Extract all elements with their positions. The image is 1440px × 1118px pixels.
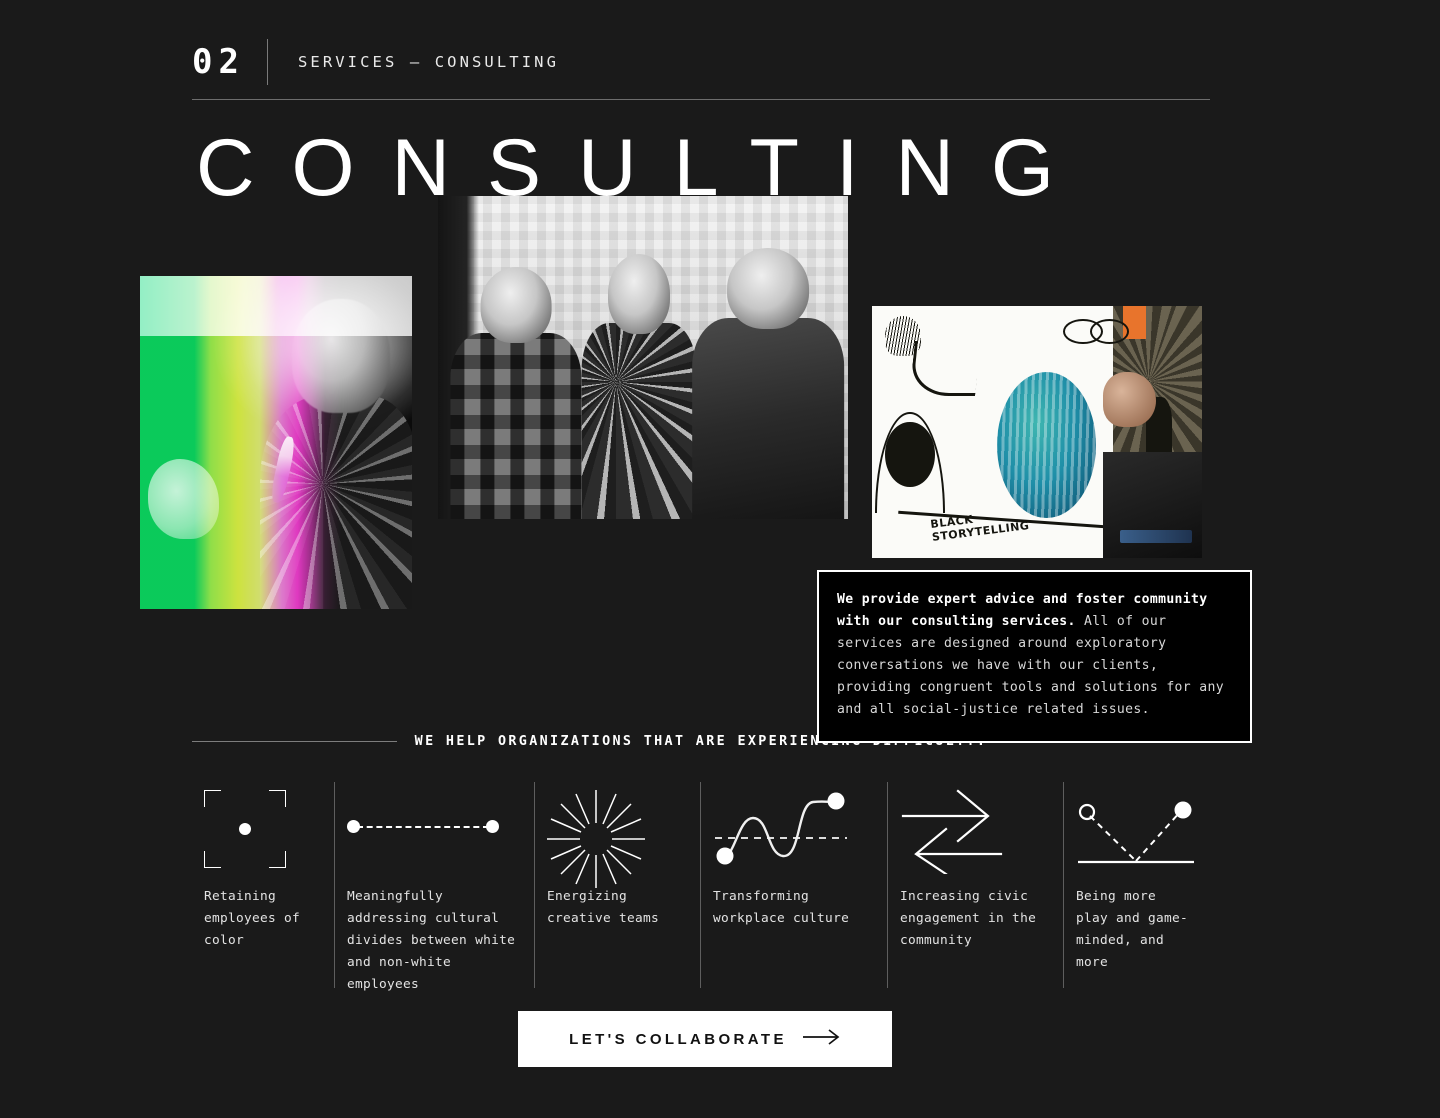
column-icon-wrap bbox=[1076, 782, 1196, 886]
column-icon-wrap bbox=[347, 782, 520, 886]
column-icon-wrap bbox=[900, 782, 1049, 886]
header-rule bbox=[192, 99, 1210, 100]
drawing-blob bbox=[885, 421, 935, 488]
collaborate-button[interactable]: LET'S COLLABORATE bbox=[518, 1011, 892, 1067]
photo-head bbox=[607, 254, 670, 334]
description-rest: All of our services are designed around … bbox=[837, 614, 1224, 717]
photo-head bbox=[480, 267, 552, 343]
starburst-icon bbox=[547, 790, 645, 888]
photo-person-center bbox=[581, 254, 697, 519]
column-label: Increasing civic engagement in the commu… bbox=[900, 889, 1037, 948]
column-label: Transforming workplace culture bbox=[713, 889, 850, 926]
column-retaining-employees: Retaining employees of color bbox=[192, 782, 334, 988]
column-label: Retaining employees of color bbox=[204, 889, 301, 948]
photo-torso bbox=[692, 318, 844, 519]
column-icon-wrap bbox=[713, 782, 873, 886]
focus-brackets-icon bbox=[204, 790, 286, 868]
column-civic-engagement: Increasing civic engagement in the commu… bbox=[887, 782, 1063, 988]
dashed-connector-icon bbox=[347, 820, 499, 834]
gradient-top-strip bbox=[140, 276, 412, 336]
section-label: SERVICES — CONSULTING bbox=[297, 53, 560, 71]
marker bbox=[1119, 530, 1193, 543]
collaborate-button-label: LET'S COLLABORATE bbox=[569, 1030, 787, 1048]
description-paragraph: We provide expert advice and foster comm… bbox=[837, 589, 1228, 721]
section-number: 02 bbox=[192, 42, 245, 82]
column-icon-wrap bbox=[204, 782, 320, 886]
column-label: Being more play and game-minded, and mor… bbox=[1076, 889, 1189, 970]
vertical-divider bbox=[266, 39, 268, 85]
difficulty-columns: Retaining employees of color Meaningfull… bbox=[192, 782, 1210, 992]
s-curve-icon bbox=[713, 788, 849, 870]
hand-holding-marker bbox=[1103, 371, 1156, 427]
image-speaker-with-microphone bbox=[140, 276, 412, 609]
breadcrumb: 02 SERVICES — CONSULTING bbox=[192, 36, 559, 88]
page-title: CONSULTING bbox=[196, 123, 1092, 213]
image-whiteboard-illustration: BLACK STORYTELLING bbox=[872, 306, 1202, 558]
photo-torso bbox=[450, 332, 582, 519]
photo-head bbox=[727, 247, 809, 330]
column-label: Meaningfully addressing cultural divides… bbox=[347, 889, 516, 992]
photo-person-right bbox=[692, 247, 844, 519]
column-icon-wrap bbox=[547, 782, 686, 888]
column-label: Energizing creative teams bbox=[547, 889, 660, 926]
exchange-arrows-icon bbox=[900, 786, 1004, 876]
column-play-and-game-minded: Being more play and game-minded, and mor… bbox=[1063, 782, 1210, 988]
drawing-teal-orb bbox=[997, 371, 1097, 518]
arrow-right-icon bbox=[802, 1029, 841, 1049]
divider-line-left bbox=[192, 741, 397, 742]
image-three-men-conversation bbox=[438, 196, 848, 519]
column-workplace-culture: Transforming workplace culture bbox=[700, 782, 887, 988]
bounce-trajectory-icon bbox=[1076, 800, 1200, 874]
photo-person-left bbox=[450, 267, 582, 519]
drawing-circle bbox=[1063, 318, 1103, 344]
photo-torso bbox=[581, 323, 697, 519]
column-cultural-divides: Meaningfully addressing cultural divides… bbox=[334, 782, 534, 992]
column-energizing-teams: Energizing creative teams bbox=[534, 782, 700, 988]
description-box: We provide expert advice and foster comm… bbox=[817, 570, 1252, 743]
